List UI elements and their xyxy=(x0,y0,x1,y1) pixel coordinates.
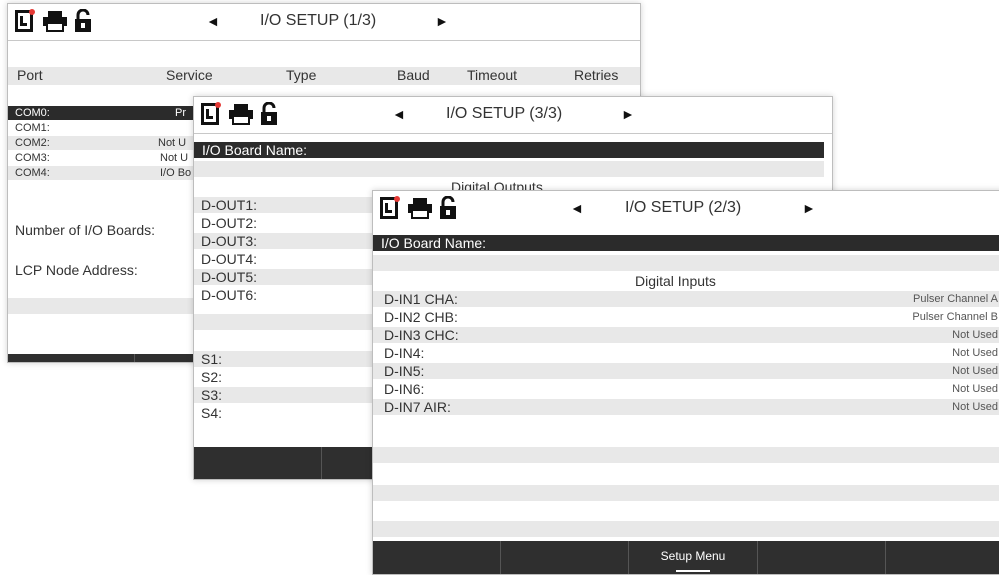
printer-icon[interactable] xyxy=(407,197,433,219)
column-service: Service xyxy=(166,67,213,83)
output-label: D-OUT5: xyxy=(201,269,257,285)
service-value: Pr xyxy=(175,107,186,119)
input-value: Not Used xyxy=(952,347,998,359)
page-title: I/O SETUP (2/3) xyxy=(625,199,742,216)
input-value: Not Used xyxy=(952,401,998,413)
io-board-name-label: I/O Board Name: xyxy=(202,142,308,158)
printer-icon[interactable] xyxy=(42,10,68,32)
input-label: D-IN1 CHA: xyxy=(384,291,458,307)
input-row[interactable]: D-IN5: Not Used xyxy=(373,363,999,379)
column-timeout: Timeout xyxy=(467,67,518,83)
input-label: D-IN4: xyxy=(384,345,425,361)
blank-row xyxy=(194,161,824,177)
blank-row xyxy=(373,485,999,501)
input-label: D-IN6: xyxy=(384,381,425,397)
header-bar: ◄ I/O SETUP (3/3) ► xyxy=(194,97,832,134)
service-value: I/O Bo xyxy=(160,167,192,179)
service-value: Not U xyxy=(158,137,187,149)
input-label: D-IN7 AIR: xyxy=(384,399,451,415)
input-label: D-IN2 CHB: xyxy=(384,309,458,325)
footer-bar: Setup Menu xyxy=(373,541,999,574)
input-row[interactable]: D-IN3 CHC: Not Used xyxy=(373,327,999,343)
header-bar: ◄ I/O SETUP (1/3) ► xyxy=(8,4,640,41)
output-label: D-OUT4: xyxy=(201,251,257,267)
s-label: S1: xyxy=(201,351,223,367)
lcp-logo-icon xyxy=(201,102,221,125)
s-label: S2: xyxy=(201,369,223,385)
unlock-icon[interactable] xyxy=(439,196,457,220)
header-bar: ◄ I/O SETUP (2/3) ► xyxy=(373,191,999,227)
printer-icon[interactable] xyxy=(228,103,254,125)
footer-button[interactable] xyxy=(8,354,135,362)
page-title: I/O SETUP (3/3) xyxy=(446,105,563,122)
s-label: S3: xyxy=(201,387,223,403)
footer-button[interactable] xyxy=(194,447,322,479)
blank-row xyxy=(373,255,999,271)
setup-menu-button[interactable]: Setup Menu xyxy=(629,541,758,574)
io-board-name-row[interactable]: I/O Board Name: xyxy=(373,235,999,251)
section-title-row: Digital Inputs xyxy=(373,273,999,289)
input-label: D-IN5: xyxy=(384,363,425,379)
output-label: D-OUT3: xyxy=(201,233,257,249)
footer-button-2[interactable] xyxy=(501,541,630,574)
port-label: COM1: xyxy=(15,122,50,134)
input-row[interactable]: D-IN6: Not Used xyxy=(373,381,999,397)
input-value: Not Used xyxy=(952,329,998,341)
page-title: I/O SETUP (1/3) xyxy=(260,12,377,29)
active-underline xyxy=(676,570,710,572)
input-value: Not Used xyxy=(952,365,998,377)
footer-button-4[interactable] xyxy=(758,541,886,574)
output-label: D-OUT1: xyxy=(201,197,257,213)
input-value: Pulser Channel B xyxy=(912,311,998,323)
section-title: Digital Inputs xyxy=(635,273,716,289)
s-label: S4: xyxy=(201,405,223,421)
lcp-node-label: LCP Node Address: xyxy=(15,262,138,278)
column-retries: Retries xyxy=(574,67,619,83)
column-header-row: Port Service Type Baud Timeout Retries xyxy=(8,67,640,85)
port-label: COM2: xyxy=(15,137,50,149)
setup-menu-label: Setup Menu xyxy=(660,549,726,563)
next-page-arrow[interactable]: ► xyxy=(802,200,816,216)
num-io-boards-label: Number of I/O Boards: xyxy=(15,222,156,238)
service-value: Not U xyxy=(160,152,189,164)
output-label: D-OUT2: xyxy=(201,215,257,231)
port-label: COM0: xyxy=(15,107,50,119)
unlock-icon[interactable] xyxy=(74,9,92,33)
column-type: Type xyxy=(286,67,317,83)
input-row[interactable]: D-IN4: Not Used xyxy=(373,345,999,361)
next-page-arrow[interactable]: ► xyxy=(621,106,635,122)
blank-row xyxy=(373,521,999,537)
input-row[interactable]: D-IN2 CHB: Pulser Channel B xyxy=(373,309,999,325)
input-value: Pulser Channel A xyxy=(913,293,998,305)
next-page-arrow[interactable]: ► xyxy=(435,13,449,29)
unlock-icon[interactable] xyxy=(260,102,278,126)
prev-page-arrow[interactable]: ◄ xyxy=(206,13,220,29)
io-board-name-label: I/O Board Name: xyxy=(381,235,487,251)
lcp-logo-icon xyxy=(380,196,400,219)
blank-row xyxy=(373,447,999,463)
port-label: COM4: xyxy=(15,167,50,179)
prev-page-arrow[interactable]: ◄ xyxy=(570,200,584,216)
column-port: Port xyxy=(17,67,43,83)
input-label: D-IN3 CHC: xyxy=(384,327,459,343)
column-baud: Baud xyxy=(397,67,430,83)
footer-button-1[interactable] xyxy=(373,541,502,574)
output-label: D-OUT6: xyxy=(201,287,257,303)
io-setup-window-2: ◄ I/O SETUP (2/3) ► I/O Board Name: Digi… xyxy=(372,190,999,575)
prev-page-arrow[interactable]: ◄ xyxy=(392,106,406,122)
input-value: Not Used xyxy=(952,383,998,395)
input-row[interactable]: D-IN7 AIR: Not Used xyxy=(373,399,999,415)
io-board-name-row[interactable]: I/O Board Name: xyxy=(194,142,824,158)
lcp-logo-icon xyxy=(15,9,35,32)
input-row[interactable]: D-IN1 CHA: Pulser Channel A xyxy=(373,291,999,307)
footer-button-5[interactable] xyxy=(886,541,999,574)
port-label: COM3: xyxy=(15,152,50,164)
